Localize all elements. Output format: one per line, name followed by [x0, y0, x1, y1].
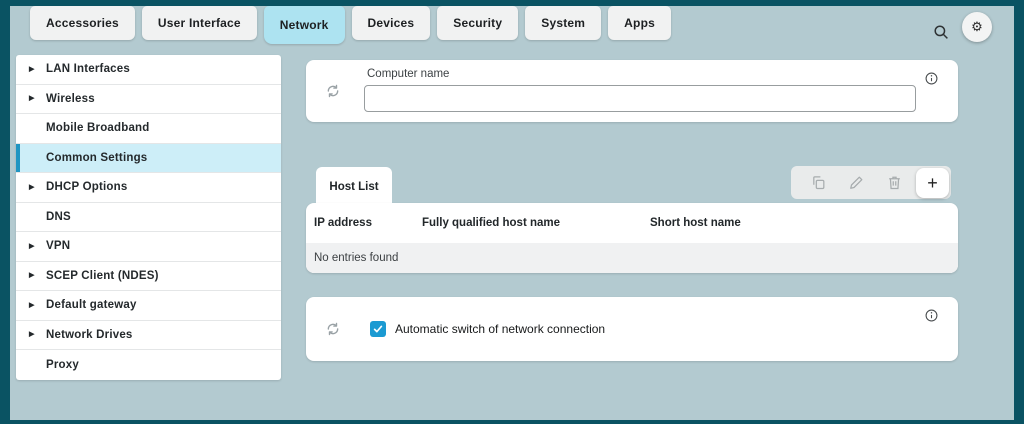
- chevron-right-icon: ▶: [29, 95, 34, 102]
- host-list-toolbar: +: [791, 166, 951, 199]
- chevron-right-icon: ▶: [29, 184, 34, 191]
- sidebar-item-label: Mobile Broadband: [46, 122, 150, 134]
- edit-pencil-icon: [849, 175, 864, 190]
- tab-user-interface[interactable]: User Interface: [142, 6, 257, 40]
- sidebar-item-vpn[interactable]: ▶ VPN: [16, 232, 281, 262]
- network-sidebar: ▶ LAN Interfaces ▶ Wireless Mobile Broad…: [16, 55, 281, 380]
- host-list-tab[interactable]: Host List: [316, 167, 392, 207]
- sidebar-item-label: VPN: [46, 240, 70, 252]
- info-icon[interactable]: [925, 309, 938, 322]
- gear-icon: ⚙: [971, 19, 983, 35]
- trash-icon: [887, 175, 902, 190]
- sidebar-item-scep-client[interactable]: ▶ SCEP Client (NDES): [16, 262, 281, 292]
- main-content: Computer name Host List: [306, 6, 958, 420]
- computer-name-input[interactable]: [364, 85, 916, 112]
- checkmark-icon: [372, 323, 384, 335]
- sidebar-item-lan-interfaces[interactable]: ▶ LAN Interfaces: [16, 55, 281, 85]
- info-icon[interactable]: [925, 72, 938, 85]
- sidebar-item-dns[interactable]: DNS: [16, 203, 281, 233]
- sidebar-item-mobile-broadband[interactable]: Mobile Broadband: [16, 114, 281, 144]
- chevron-right-icon: ▶: [29, 66, 34, 73]
- sidebar-item-label: Network Drives: [46, 329, 133, 341]
- empty-table-message: No entries found: [306, 243, 958, 273]
- copy-icon: [811, 175, 826, 190]
- sidebar-item-proxy[interactable]: Proxy: [16, 350, 281, 380]
- copy-button[interactable]: [799, 166, 837, 199]
- sidebar-item-label: LAN Interfaces: [46, 63, 130, 75]
- sidebar-item-label: DNS: [46, 211, 71, 223]
- chevron-right-icon: ▶: [29, 331, 34, 338]
- computer-name-label: Computer name: [367, 68, 449, 80]
- column-header-short-host-name: Short host name: [650, 217, 958, 229]
- sidebar-item-label: Common Settings: [46, 152, 147, 164]
- edit-button[interactable]: [837, 166, 875, 199]
- add-host-button[interactable]: +: [916, 168, 949, 198]
- sidebar-item-wireless[interactable]: ▶ Wireless: [16, 85, 281, 115]
- auto-switch-checkbox[interactable]: [370, 321, 386, 337]
- sidebar-item-default-gateway[interactable]: ▶ Default gateway: [16, 291, 281, 321]
- chevron-right-icon: ▶: [29, 302, 34, 309]
- settings-gear-button[interactable]: ⚙: [962, 12, 992, 42]
- column-header-ip-address: IP address: [306, 217, 422, 229]
- tab-accessories[interactable]: Accessories: [30, 6, 135, 40]
- host-list-table: IP address Fully qualified host name Sho…: [306, 203, 958, 273]
- host-list-header-row: IP address Fully qualified host name Sho…: [306, 203, 958, 243]
- computer-name-card: Computer name: [306, 60, 958, 122]
- auto-switch-card: Automatic switch of network connection: [306, 297, 958, 361]
- reset-icon[interactable]: [326, 322, 340, 336]
- sidebar-item-common-settings[interactable]: Common Settings: [16, 144, 281, 174]
- auto-switch-label: Automatic switch of network connection: [395, 297, 605, 361]
- delete-button[interactable]: [875, 166, 913, 199]
- chevron-right-icon: ▶: [29, 243, 34, 250]
- column-header-fqhn: Fully qualified host name: [422, 217, 650, 229]
- sidebar-item-label: Wireless: [46, 93, 95, 105]
- chevron-right-icon: ▶: [29, 272, 34, 279]
- sidebar-item-label: SCEP Client (NDES): [46, 270, 159, 282]
- sidebar-item-label: Proxy: [46, 359, 79, 371]
- sidebar-item-label: Default gateway: [46, 299, 137, 311]
- reset-icon[interactable]: [326, 84, 340, 98]
- sidebar-item-label: DHCP Options: [46, 181, 127, 193]
- sidebar-item-network-drives[interactable]: ▶ Network Drives: [16, 321, 281, 351]
- settings-window: Accessories User Interface Network Devic…: [10, 6, 1014, 420]
- sidebar-item-dhcp-options[interactable]: ▶ DHCP Options: [16, 173, 281, 203]
